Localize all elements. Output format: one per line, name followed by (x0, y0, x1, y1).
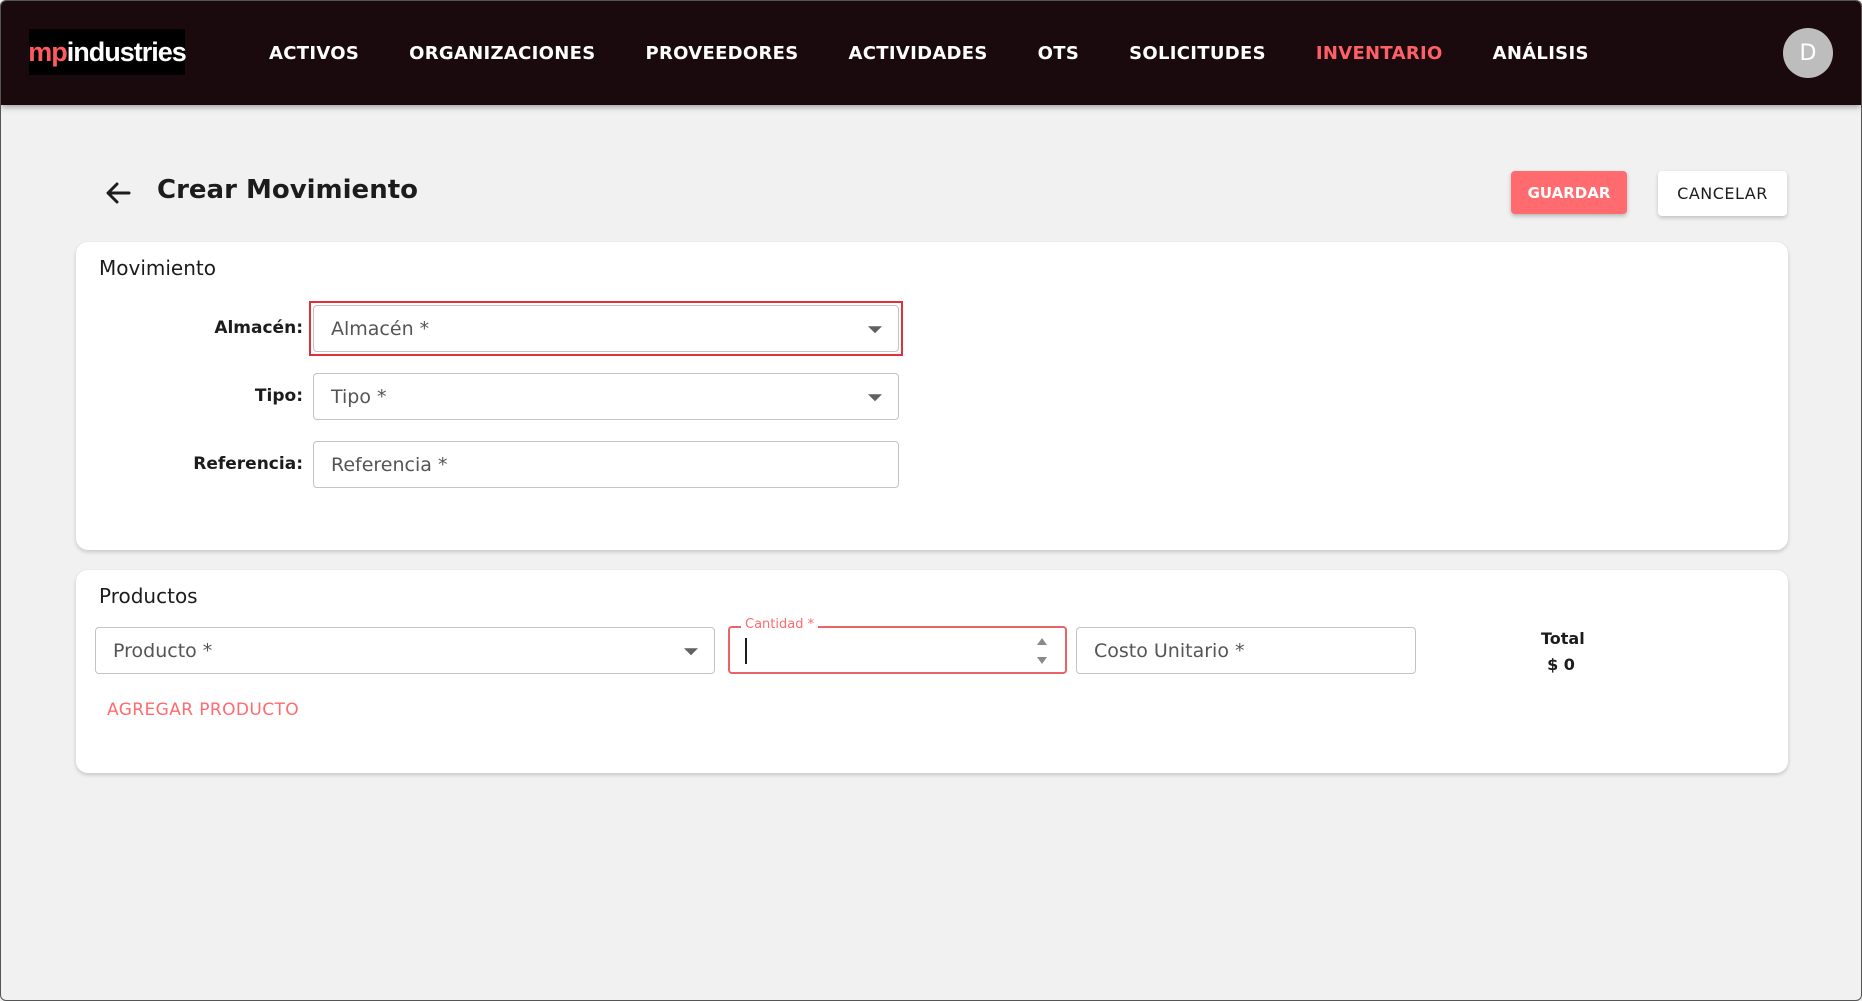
almacen-select[interactable]: Almacén * (313, 305, 899, 352)
costo-unitario-placeholder: Costo Unitario * (1094, 639, 1245, 662)
nav-item-proveedores[interactable]: PROVEEDORES (645, 43, 798, 64)
app-window: mp industries ACTIVOS ORGANIZACIONES PROV… (0, 0, 1862, 1001)
total-value: $ 0 (1547, 655, 1575, 674)
nav-item-analisis[interactable]: ANÁLISIS (1493, 43, 1589, 64)
user-avatar[interactable]: D (1783, 28, 1833, 78)
tipo-select[interactable]: Tipo * (313, 373, 899, 420)
nav-menu: ACTIVOS ORGANIZACIONES PROVEEDORES ACTIV… (269, 1, 1639, 105)
almacen-placeholder: Almacén * (331, 317, 430, 340)
logo-industries: industries (66, 36, 187, 67)
nav-item-activos[interactable]: ACTIVOS (269, 43, 359, 64)
number-spinner-icon[interactable] (1037, 638, 1049, 664)
productos-section-title: Productos (99, 584, 198, 608)
referencia-input[interactable]: Referencia * (313, 441, 899, 488)
page-title: Crear Movimiento (157, 175, 418, 205)
movimiento-card: Movimiento Almacén: Almacén * Tipo: Tipo… (76, 242, 1788, 550)
almacen-label: Almacén: (214, 318, 303, 338)
spinner-down-icon[interactable] (1037, 657, 1047, 664)
nav-item-inventario[interactable]: INVENTARIO (1316, 43, 1443, 64)
nav-item-actividades[interactable]: ACTIVIDADES (849, 43, 988, 64)
nav-item-ots[interactable]: OTS (1038, 43, 1079, 64)
back-arrow-icon[interactable] (103, 179, 133, 207)
save-button[interactable]: GUARDAR (1511, 171, 1627, 214)
nav-item-organizaciones[interactable]: ORGANIZACIONES (409, 43, 595, 64)
nav-item-solicitudes[interactable]: SOLICITUDES (1129, 43, 1266, 64)
text-cursor (745, 638, 747, 664)
total-label: Total (1541, 629, 1585, 648)
logo-mp: mp (28, 36, 67, 67)
chevron-down-icon (868, 325, 882, 333)
cantidad-label: Cantidad * (741, 617, 819, 632)
cantidad-input[interactable] (728, 626, 1067, 674)
spinner-up-icon[interactable] (1037, 638, 1047, 645)
tipo-placeholder: Tipo * (331, 385, 387, 408)
producto-select[interactable]: Producto * (95, 627, 715, 674)
top-navbar: mp industries ACTIVOS ORGANIZACIONES PROV… (1, 1, 1861, 105)
costo-unitario-input[interactable]: Costo Unitario * (1076, 627, 1416, 674)
chevron-down-icon (684, 647, 698, 655)
referencia-placeholder: Referencia * (331, 453, 448, 476)
add-product-button[interactable]: AGREGAR PRODUCTO (107, 700, 299, 720)
cancel-button[interactable]: CANCELAR (1658, 171, 1787, 216)
mpindustries-logo[interactable]: mp industries (28, 29, 187, 75)
chevron-down-icon (868, 393, 882, 401)
movimiento-section-title: Movimiento (99, 256, 216, 280)
producto-placeholder: Producto * (113, 639, 213, 662)
tipo-label: Tipo: (254, 386, 303, 406)
referencia-label: Referencia: (193, 454, 303, 474)
